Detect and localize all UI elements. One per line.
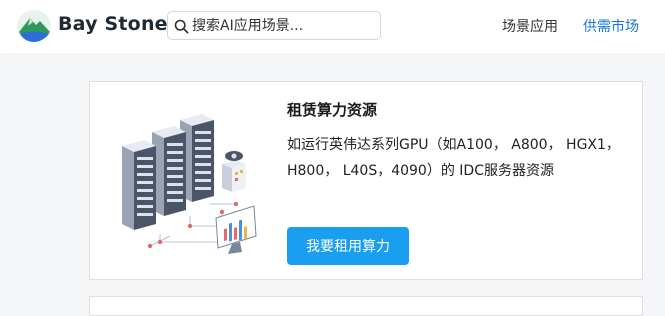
compute-rental-card: 租赁算力资源 如运行英伟达系列GPU（如A100， A800， HGX1， H8… [89,81,643,280]
bay-stone-logo-icon[interactable] [16,9,52,43]
server-rack-illustration [122,114,257,254]
search-box[interactable] [167,11,381,40]
top-header: Bay Stone 场景应用 供需市场 [0,0,665,53]
search-input[interactable] [192,15,376,36]
search-icon [174,19,189,34]
card-title: 租赁算力资源 [287,101,378,119]
next-card [89,296,643,316]
card-description: 如运行英伟达系列GPU（如A100， A800， HGX1， H800， L40… [287,137,620,179]
brand-name[interactable]: Bay Stone [58,13,168,35]
rent-compute-button[interactable]: 我要租用算力 [287,227,409,265]
nav-scene-apps[interactable]: 场景应用 [502,16,558,36]
nav-supply-demand-market[interactable]: 供需市场 [583,16,639,36]
